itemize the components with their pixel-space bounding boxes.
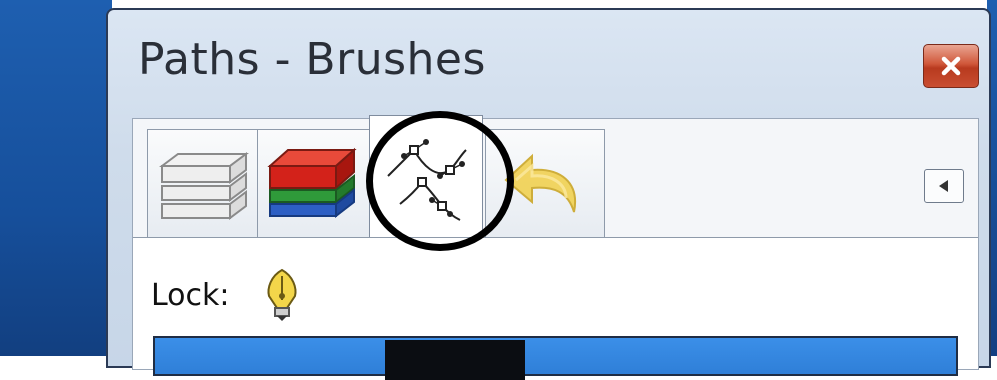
tab-paths[interactable] [369, 115, 483, 241]
lock-toggle[interactable] [259, 266, 305, 326]
path-list-selected-row[interactable] [153, 336, 958, 380]
desktop-background [0, 0, 112, 356]
tab-channels[interactable] [257, 129, 371, 241]
tab-undo-history[interactable] [485, 129, 605, 241]
close-button[interactable] [923, 44, 979, 88]
channels-icon [267, 147, 357, 219]
lock-label: Lock: [151, 278, 230, 313]
panel-menu-button[interactable] [924, 169, 964, 203]
dock-client-area: Lock: [132, 115, 979, 380]
dockable-tabstrip [133, 115, 978, 241]
path-thumbnail [385, 340, 525, 380]
paths-brushes-window: Paths - Brushes Lock: [106, 8, 991, 380]
triangle-left-icon [939, 180, 948, 192]
layers-icon [159, 152, 249, 220]
close-icon [941, 56, 961, 76]
window-title: Paths - Brushes [138, 34, 486, 85]
paths-icon [387, 139, 467, 221]
undo-icon [504, 153, 577, 213]
tab-layers[interactable] [147, 129, 261, 241]
pen-lock-icon [267, 268, 297, 321]
paths-content: Lock: [133, 237, 978, 380]
